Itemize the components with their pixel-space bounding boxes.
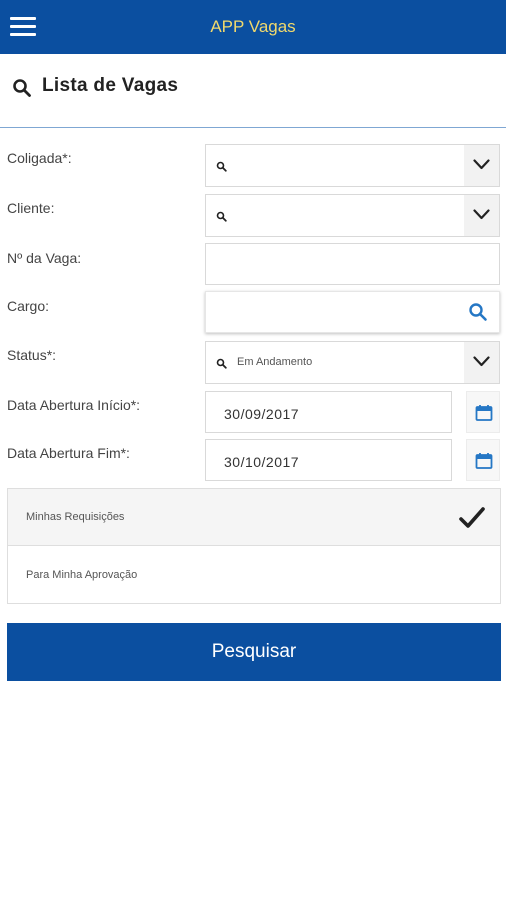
option-label: Minhas Requisições xyxy=(26,511,125,523)
cliente-label: Cliente: xyxy=(7,200,55,216)
chevron-down-icon xyxy=(473,159,490,170)
data-inicio-value: 30/09/2017 xyxy=(224,406,300,422)
chevron-down-icon xyxy=(473,209,490,220)
cargo-input[interactable] xyxy=(205,291,500,333)
calendar-icon xyxy=(475,405,493,421)
search-icon xyxy=(216,211,227,222)
data-fim-calendar-button[interactable] xyxy=(466,439,500,481)
cliente-dropdown-button[interactable] xyxy=(464,195,499,236)
search-icon xyxy=(13,79,31,97)
search-icon xyxy=(216,358,227,369)
data-fim-label: Data Abertura Fim*: xyxy=(7,445,130,461)
app-title: APP Vagas xyxy=(210,17,296,36)
data-fim-value: 30/10/2017 xyxy=(224,454,300,470)
option-label: Para Minha Aprovação xyxy=(26,569,138,581)
requisicoes-option-list: Minhas Requisições Para Minha Aprovação xyxy=(7,488,501,604)
pesquisar-button[interactable]: Pesquisar xyxy=(7,623,501,681)
page-header: Lista de Vagas xyxy=(0,54,506,128)
option-para-minha-aprovacao[interactable]: Para Minha Aprovação xyxy=(8,547,500,604)
search-icon xyxy=(216,161,227,172)
status-value: Em Andamento xyxy=(237,356,313,368)
status-select[interactable]: Em Andamento xyxy=(205,341,500,384)
data-fim-input[interactable]: 30/10/2017 xyxy=(205,439,452,481)
option-minhas-requisicoes[interactable]: Minhas Requisições xyxy=(8,489,500,546)
coligada-dropdown-button[interactable] xyxy=(464,145,499,186)
coligada-select[interactable] xyxy=(205,144,500,187)
page-title: Lista de Vagas xyxy=(42,75,179,96)
check-icon xyxy=(459,507,485,528)
cargo-label: Cargo: xyxy=(7,298,50,314)
status-dropdown-button[interactable] xyxy=(464,342,499,383)
search-icon[interactable] xyxy=(468,302,488,322)
status-label: Status*: xyxy=(7,347,57,363)
data-inicio-input[interactable]: 30/09/2017 xyxy=(205,391,452,433)
coligada-label: Coligada*: xyxy=(7,150,72,166)
chevron-down-icon xyxy=(473,356,490,367)
data-inicio-calendar-button[interactable] xyxy=(466,391,500,433)
cliente-select[interactable] xyxy=(205,194,500,237)
calendar-icon xyxy=(475,453,493,469)
numero-vaga-input[interactable] xyxy=(205,243,500,285)
app-bar: APP Vagas xyxy=(0,0,506,54)
data-inicio-label: Data Abertura Início*: xyxy=(7,397,141,413)
numero-vaga-label: Nº da Vaga: xyxy=(7,250,82,266)
